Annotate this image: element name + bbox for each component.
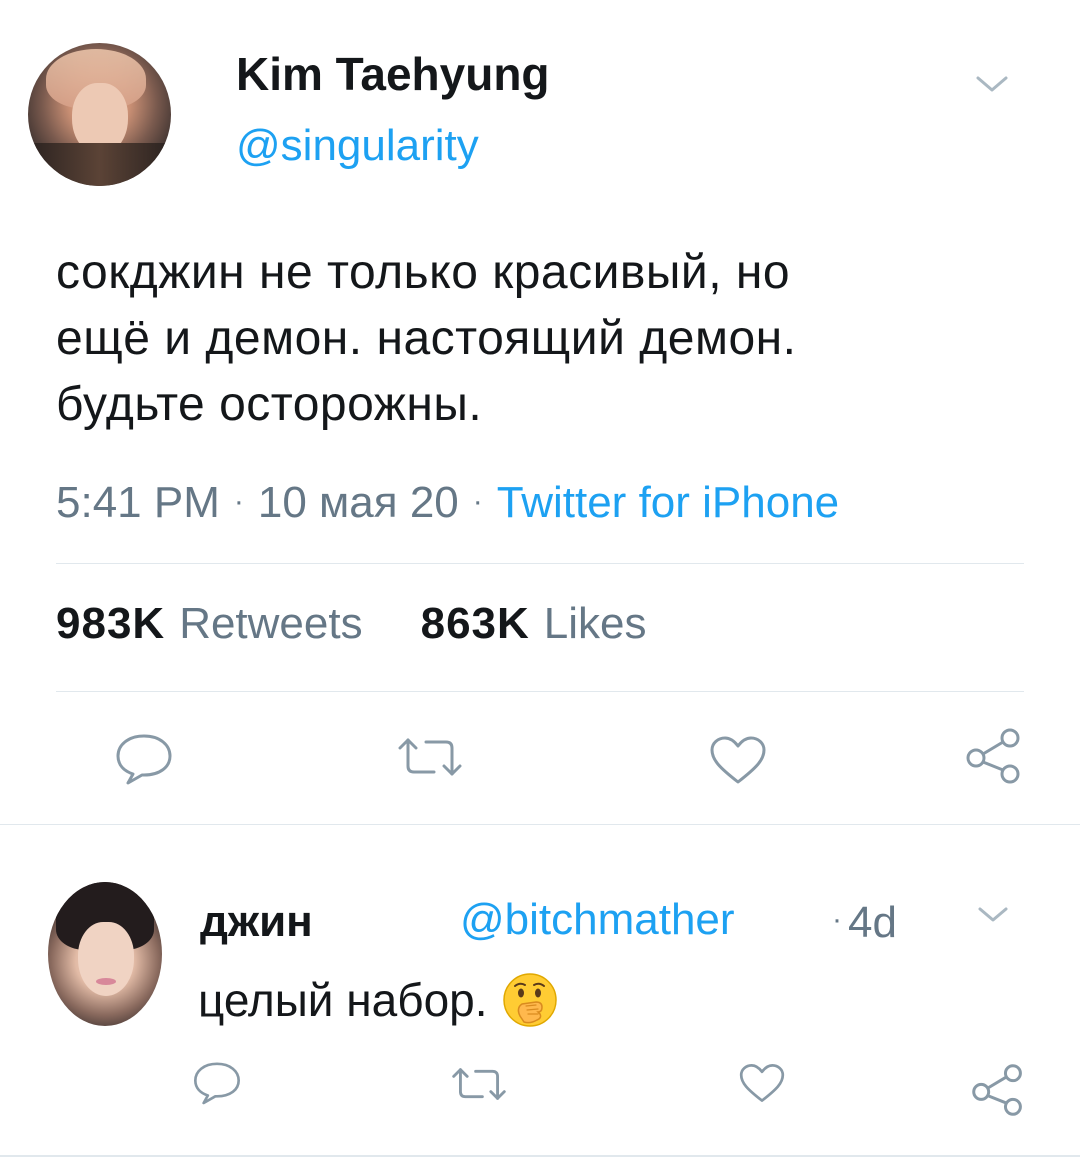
meta-separator: · [472, 485, 483, 518]
retweet-icon[interactable] [452, 1064, 506, 1104]
likes-stat[interactable]: 863K Likes [421, 599, 647, 648]
retweets-label: Retweets [179, 599, 363, 648]
author-handle[interactable]: @singularity [236, 120, 479, 172]
likes-label: Likes [543, 599, 647, 648]
reply-time: · 4d [832, 892, 897, 951]
face-with-hand-over-mouth-icon [502, 972, 558, 1028]
tweet-text: сокджин не только красивый, но ещё и дем… [56, 240, 1036, 438]
retweet-icon[interactable] [398, 734, 462, 780]
reply-icon[interactable] [192, 1060, 242, 1106]
reply-text-content: целый набор. [198, 974, 488, 1026]
likes-count: 863K [420, 599, 530, 648]
divider [56, 691, 1024, 692]
like-icon[interactable] [738, 1062, 786, 1104]
meta-separator: · [233, 485, 244, 518]
chevron-down-icon[interactable] [976, 904, 1010, 926]
reply-text: целый набор. [198, 970, 558, 1030]
tweet-text-line: ещё и демон. настоящий демон. [56, 312, 797, 365]
author-name[interactable]: Kim Taehyung [236, 48, 550, 100]
tweet-text-line: будьте осторожны. [56, 378, 483, 431]
bottom-divider [0, 1155, 1080, 1157]
meta-separator: · [832, 903, 842, 936]
like-icon[interactable] [708, 734, 768, 786]
retweets-count: 983K [56, 599, 166, 648]
divider [56, 563, 1024, 564]
tweet-text-line: сокджин не только красивый, но [56, 246, 791, 299]
avatar-collar [28, 143, 171, 186]
chevron-down-icon[interactable] [974, 72, 1010, 96]
share-icon[interactable] [970, 1062, 1026, 1118]
reply-author-name[interactable]: джин [200, 894, 313, 950]
tweet-client-link[interactable]: Twitter for iPhone [497, 478, 839, 527]
tweet-stats: 983K Retweets 863K Likes [56, 596, 647, 662]
tweet-date: 10 мая 20 [257, 478, 459, 527]
reply-age: 4d [848, 898, 897, 947]
author-avatar[interactable] [28, 43, 171, 186]
retweets-stat[interactable]: 983K Retweets [56, 599, 363, 648]
reply-icon[interactable] [114, 732, 174, 786]
section-separator [0, 824, 1080, 825]
avatar-lips [96, 978, 116, 985]
tweet-meta: 5:41 PM · 10 мая 20 · Twitter for iPhone [56, 474, 839, 531]
reply-author-handle[interactable]: @bitchmather [460, 892, 735, 948]
reply-avatar[interactable] [48, 882, 162, 1026]
tweet-time: 5:41 PM [56, 478, 220, 527]
share-icon[interactable] [964, 726, 1024, 786]
